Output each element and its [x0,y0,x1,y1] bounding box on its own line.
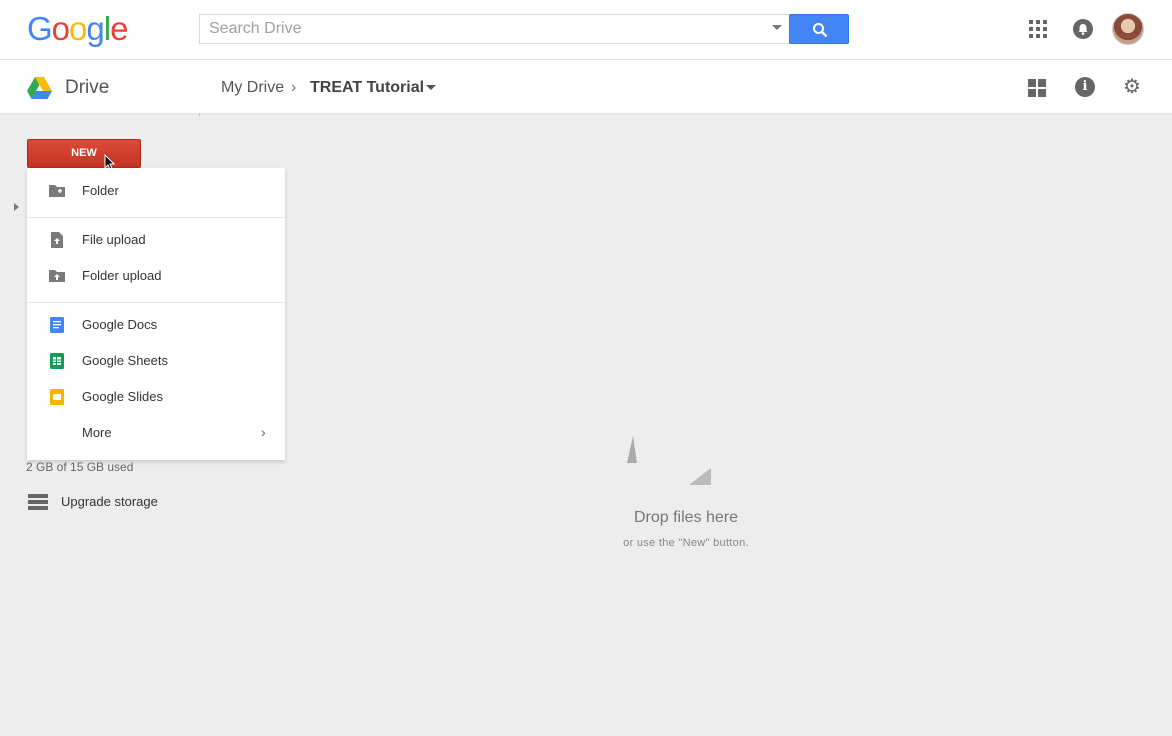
storage-icon [28,494,48,510]
google-drive-logo-icon [27,77,52,99]
upgrade-storage-link[interactable]: Upgrade storage [61,494,158,509]
apps-grid-icon[interactable] [1029,20,1047,38]
breadcrumb-current-folder[interactable]: TREAT Tutorial [310,79,424,97]
search-options-caret-icon[interactable] [772,25,782,30]
menu-item-folder-upload[interactable]: Folder upload [27,258,285,294]
google-docs-icon [50,317,64,333]
menu-item-label: Folder upload [82,268,162,283]
settings-gear-icon[interactable]: ⚙ [1123,77,1141,97]
menu-item-google-sheets[interactable]: Google Sheets [27,343,285,379]
app-title[interactable]: Drive [65,77,109,99]
menu-item-google-docs[interactable]: Google Docs [27,307,285,343]
menu-item-label: More [82,425,112,440]
menu-item-more[interactable]: More › [27,415,285,451]
chevron-right-icon: › [261,424,266,440]
google-logo[interactable]: Google [27,10,128,47]
storage-usage-text: 2 GB of 15 GB used [26,460,134,474]
breadcrumb-my-drive[interactable]: My Drive [221,79,284,97]
expand-sidebar-arrow-icon[interactable] [14,203,19,211]
menu-item-file-upload[interactable]: File upload [27,222,285,258]
top-bar: Google [0,0,1172,60]
folder-upload-icon [49,270,65,282]
search-button[interactable] [789,14,849,44]
grid-view-icon[interactable] [1028,79,1046,97]
drop-zone-graphic-icon [627,436,711,485]
new-menu: Folder File upload Folder upload Google … [27,168,285,460]
breadcrumb-separator-icon: › [291,79,297,96]
logo-letter: e [110,10,128,47]
logo-letter: g [86,10,104,47]
menu-item-label: Google Slides [82,389,163,404]
info-icon[interactable]: i [1075,77,1095,97]
logo-letter: o [69,10,87,47]
search-input[interactable] [200,15,760,43]
menu-item-google-slides[interactable]: Google Slides [27,379,285,415]
search-icon [813,23,828,38]
menu-item-label: Google Docs [82,317,158,332]
file-upload-icon [51,232,63,248]
logo-letter: o [51,10,70,47]
search-box [199,14,790,44]
menu-divider [27,302,285,303]
menu-item-label: Folder [82,183,119,198]
menu-divider [27,217,285,218]
new-button[interactable]: NEW [27,139,141,168]
google-sheets-icon [50,353,64,369]
logo-letter: G [27,10,53,47]
divider [199,113,200,116]
google-slides-icon [50,389,64,405]
folder-plus-icon [49,185,65,197]
notifications-bell-icon[interactable] [1073,19,1093,39]
drop-zone-title: Drop files here [633,509,739,526]
menu-item-folder[interactable]: Folder [27,173,285,209]
menu-item-label: Google Sheets [82,353,169,368]
account-avatar[interactable] [1112,13,1144,45]
menu-item-label: File upload [82,232,146,247]
drop-zone-subtitle: or use the "New" button. [623,537,749,549]
sub-bar: Drive My Drive › TREAT Tutorial i ⚙ [0,60,1172,114]
folder-menu-caret-icon[interactable] [426,85,436,90]
